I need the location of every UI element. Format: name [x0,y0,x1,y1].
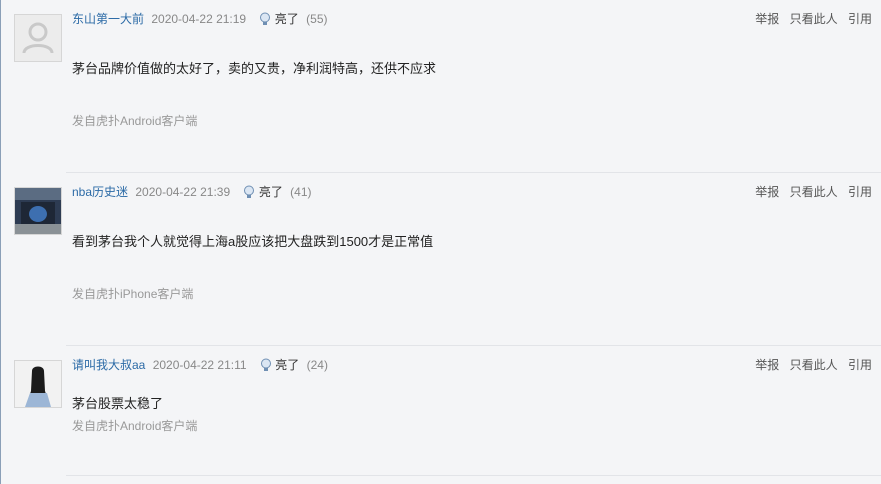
post-actions: 举报 只看此人 引用 [748,356,872,374]
user-photo-icon [15,361,61,407]
avatar[interactable] [14,360,62,408]
post-content: 茅台品牌价值做的太好了，卖的又贵，净利润特高，还供不应求 [72,61,437,76]
report-button[interactable]: 举报 [755,12,779,26]
post-actions: 举报 只看此人 引用 [748,183,872,201]
report-button[interactable]: 举报 [755,185,779,199]
post-meta: nba历史迷 2020-04-22 21:39 亮了 (41) [72,183,312,201]
quote-button[interactable]: 引用 [848,185,872,199]
lightbulb-icon[interactable] [259,12,271,31]
only-this-user-button[interactable]: 只看此人 [790,185,838,199]
quote-button[interactable]: 引用 [848,358,872,372]
post-content: 茅台股票太稳了 [72,396,164,411]
post-divider [66,345,881,346]
light-count: (55) [306,12,328,26]
report-button[interactable]: 举报 [755,358,779,372]
author-link[interactable]: 东山第一大前 [72,12,144,26]
user-photo-icon [15,188,61,234]
post-time: 2020-04-22 21:11 [152,358,247,372]
post-source[interactable]: 发自虎扑Android客户端 [72,417,197,434]
light-button[interactable]: 亮了 [259,185,283,199]
lightbulb-icon[interactable] [260,358,272,377]
post-meta: 请叫我大叔aa 2020-04-22 21:11 亮了 (24) [72,356,328,374]
left-border [0,0,1,484]
post-divider [66,475,881,476]
author-link[interactable]: 请叫我大叔aa [72,358,145,372]
light-count: (41) [290,185,312,199]
default-avatar-icon [15,15,61,61]
only-this-user-button[interactable]: 只看此人 [790,358,838,372]
lightbulb-icon[interactable] [243,185,255,204]
post-actions: 举报 只看此人 引用 [748,10,872,28]
post-time: 2020-04-22 21:19 [151,12,247,26]
light-button[interactable]: 亮了 [275,12,299,26]
quote-button[interactable]: 引用 [848,12,872,26]
light-button[interactable]: 亮了 [275,358,299,372]
post-meta: 东山第一大前 2020-04-22 21:19 亮了 (55) [72,10,328,28]
avatar[interactable] [14,14,62,62]
post-source[interactable]: 发自虎扑Android客户端 [72,112,197,129]
only-this-user-button[interactable]: 只看此人 [790,12,838,26]
light-count: (24) [306,358,328,372]
post-time: 2020-04-22 21:39 [135,185,231,199]
avatar[interactable] [14,187,62,235]
author-link[interactable]: nba历史迷 [72,185,128,199]
post-content: 看到茅台我个人就觉得上海a股应该把大盘跌到1500才是正常值 [72,234,434,249]
post-divider [66,172,881,173]
post-source[interactable]: 发自虎扑iPhone客户端 [72,285,193,302]
